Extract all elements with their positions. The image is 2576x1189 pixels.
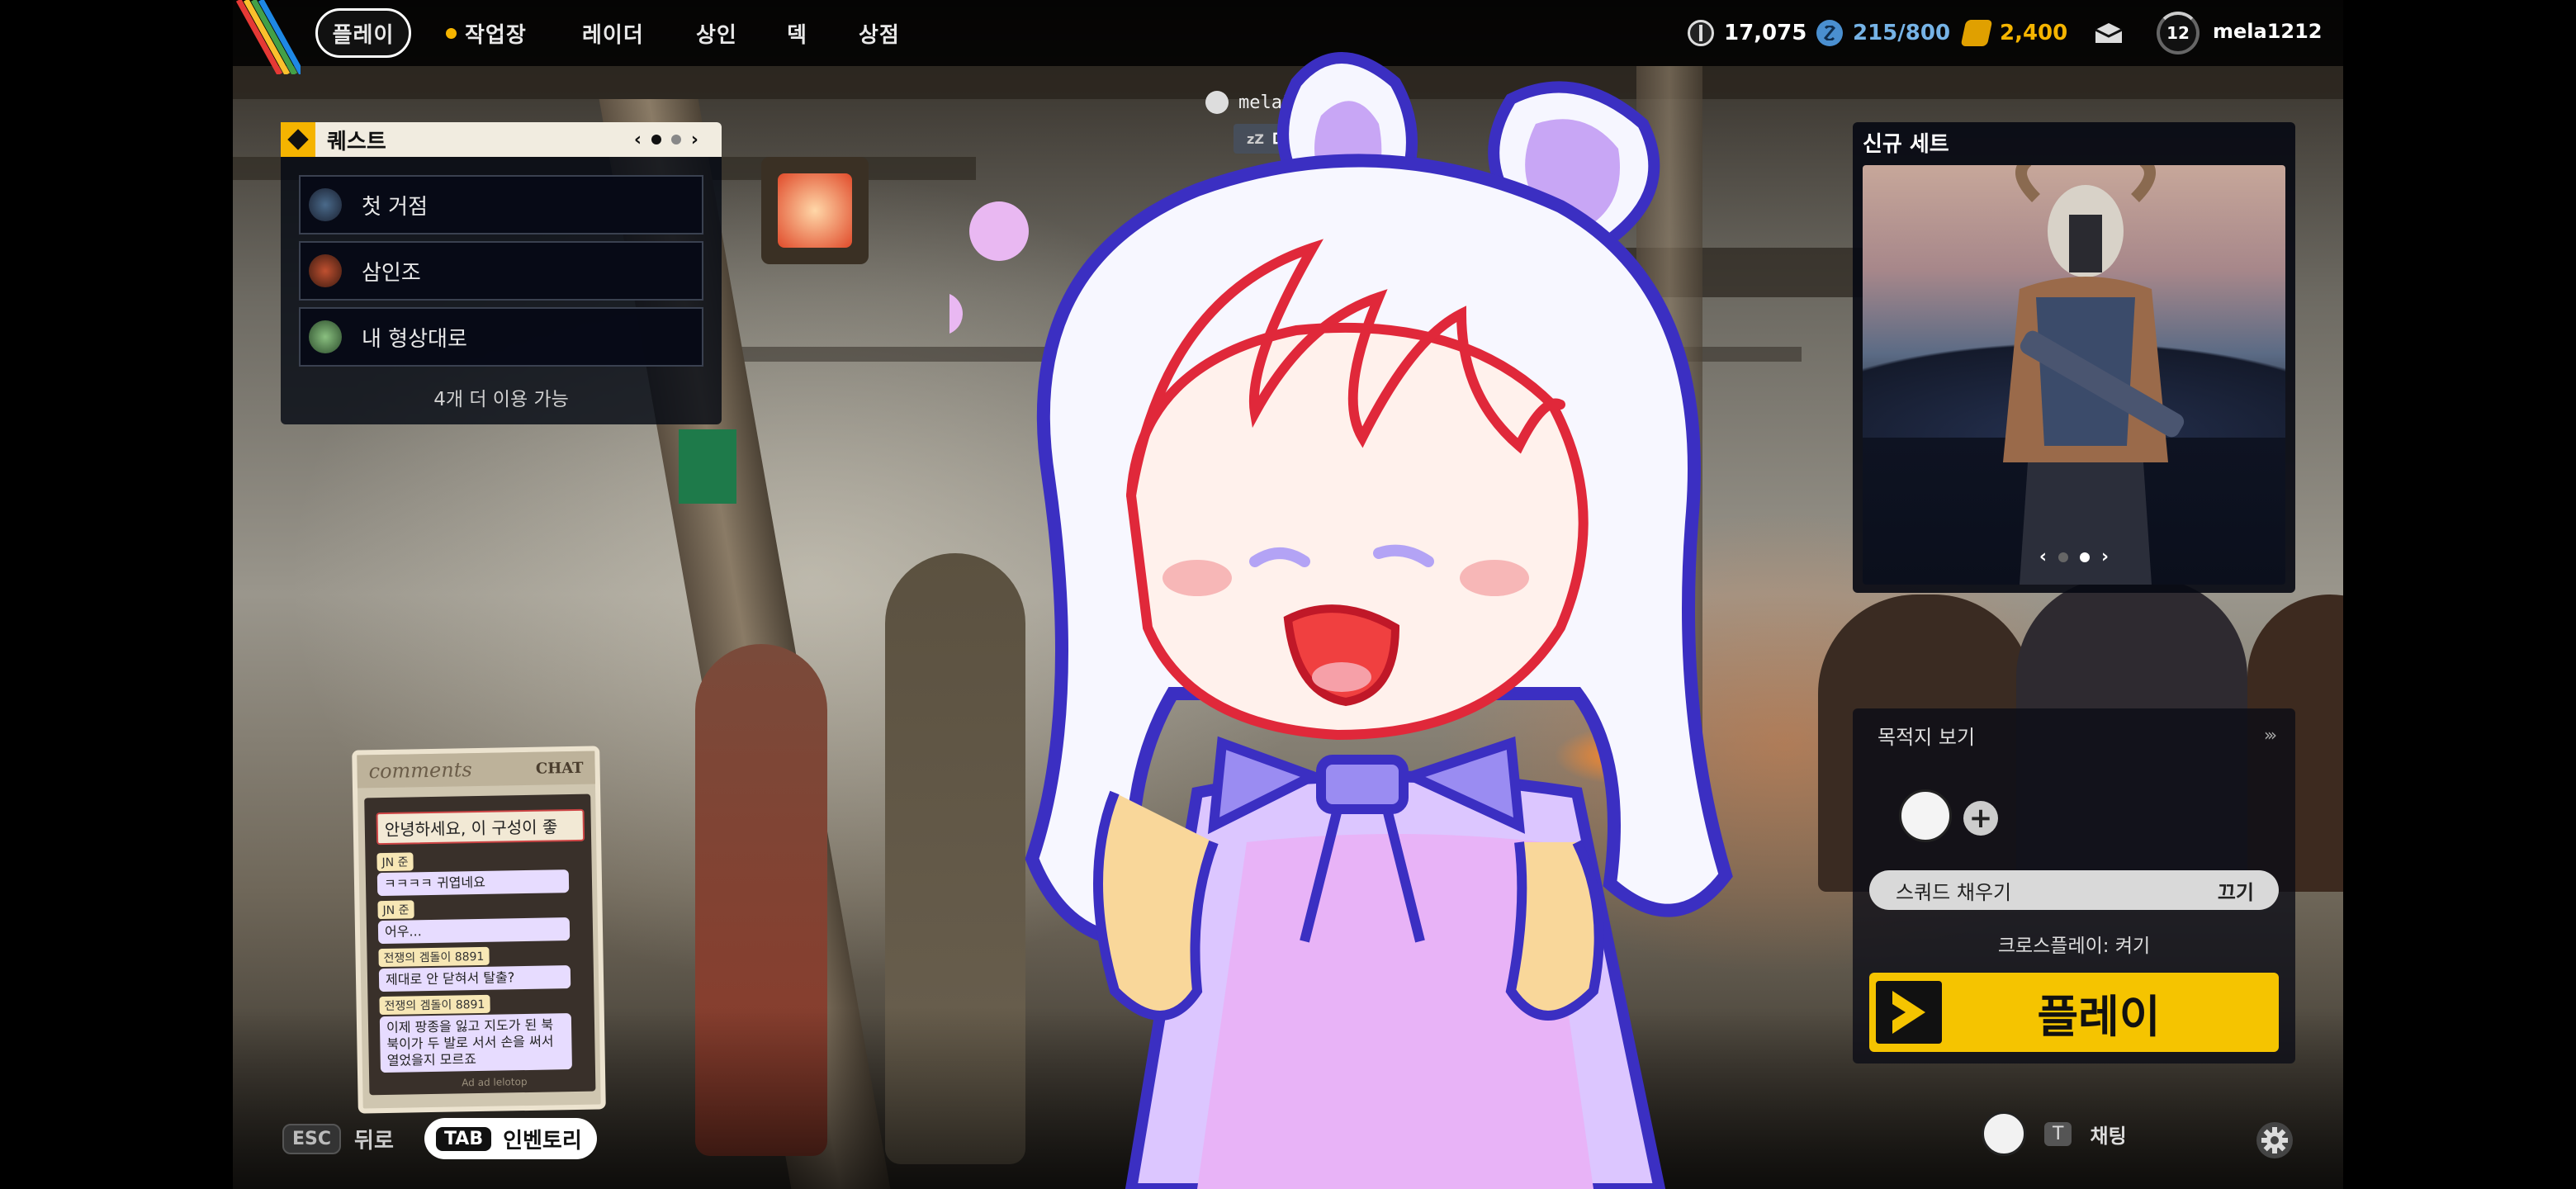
chat-banner: 안녕하세요, 이 구성이 좋: [376, 808, 585, 846]
credits-icon: [1688, 20, 1714, 46]
credits-value: 17,075: [1724, 21, 1807, 45]
quest-item[interactable]: 내 형상대로: [299, 307, 703, 367]
view-destination-button[interactable]: 목적지 보기 ›››: [1853, 708, 2295, 761]
fill-squad-value: 끄기: [2217, 880, 2254, 904]
quest-item-label: 내 형상대로: [362, 326, 467, 352]
nav-tab-label: 상인: [696, 22, 737, 48]
silver-counter[interactable]: 215/800: [1816, 12, 1950, 54]
nav-tab-label: 레이더: [582, 22, 644, 48]
play-button[interactable]: 플레이: [1869, 973, 2279, 1052]
level-value: 12: [2166, 23, 2190, 43]
new-set-page-dot[interactable]: [2058, 552, 2068, 562]
chat-message: 전쟁의 겜돌이 8891 제대로 안 닫혀서 탈출?: [378, 945, 587, 992]
new-set-preview-image[interactable]: [1863, 165, 2285, 585]
chat-author: JN 준: [376, 852, 414, 872]
inventory-label: 인벤토리: [503, 1128, 582, 1153]
quest-page-dot[interactable]: [651, 135, 661, 144]
quest-diamond-icon: [281, 122, 315, 157]
quest-item-label: 삼인조: [362, 260, 421, 286]
quest-header: 퀘스트 ‹ ›: [281, 122, 722, 157]
streamer-avatar: [949, 52, 1733, 1189]
notification-dot-icon: [446, 27, 457, 39]
chat-overlay-footer: Ad ad lelotop: [462, 1076, 528, 1089]
stream-chat-overlay: comments CHAT 안녕하세요, 이 구성이 좋 JN 준 ㅋㅋㅋㅋ 귀…: [352, 746, 606, 1114]
level-ring-icon[interactable]: 12: [2157, 12, 2200, 54]
chat-author: JN 준: [377, 900, 414, 920]
profile-username[interactable]: mela1212: [2213, 20, 2323, 43]
gold-value: 2,400: [2000, 21, 2068, 45]
new-set-panel[interactable]: 신규 세트 ‹ ›: [1853, 122, 2295, 593]
t-key: T: [2044, 1121, 2072, 1146]
nav-tab-play[interactable]: 플레이: [315, 8, 411, 58]
fill-squad-label: 스쿼드 채우기: [1896, 880, 2012, 904]
quest-giver-avatar: [309, 254, 342, 287]
tab-key: TAB: [436, 1126, 492, 1151]
quest-next-button[interactable]: ›: [691, 130, 698, 150]
outfit-figure: [2003, 165, 2185, 585]
add-icon[interactable]: +: [1963, 801, 1998, 836]
credits-counter[interactable]: 17,075: [1688, 12, 1807, 54]
quest-item[interactable]: 첫 거점: [299, 175, 703, 234]
mail-icon[interactable]: [2094, 21, 2124, 45]
quest-item-label: 첫 거점: [362, 194, 429, 220]
nav-tab-workshop[interactable]: 작업장: [446, 8, 527, 58]
chat-overlay-body: 안녕하세요, 이 구성이 좋 JN 준 ㅋㅋㅋㅋ 귀엽네요 JN 준 어우...…: [364, 793, 596, 1096]
new-set-next-button[interactable]: ›: [2101, 547, 2109, 567]
chat-text: 어우...: [377, 917, 571, 945]
back-label: 뒤로: [354, 1128, 394, 1153]
inventory-hint-button[interactable]: TAB 인벤토리: [424, 1118, 597, 1159]
quest-giver-avatar: [309, 188, 342, 221]
chat-label: 채팅: [2090, 1124, 2127, 1148]
chat-overlay-header: comments CHAT: [357, 751, 595, 789]
nav-tab-shop[interactable]: 상점: [859, 8, 900, 58]
chat-message: JN 준 어우...: [377, 898, 586, 945]
new-set-pager: ‹ ›: [1853, 547, 2295, 567]
nav-tab-label: 상점: [859, 22, 900, 48]
nav-tab-label: 작업장: [465, 22, 527, 48]
nav-tab-raider[interactable]: 레이더: [582, 8, 644, 58]
quest-prev-button[interactable]: ‹: [634, 130, 642, 150]
quest-page-dot[interactable]: [670, 135, 681, 144]
fill-squad-toggle[interactable]: 스쿼드 채우기 끄기: [1869, 870, 2279, 910]
chat-author: 전쟁의 겜돌이 8891: [378, 946, 490, 968]
quest-item[interactable]: 삼인조: [299, 241, 703, 301]
view-destination-label: 목적지 보기: [1878, 725, 1976, 749]
silver-icon: [1816, 20, 1843, 46]
new-set-prev-button[interactable]: ‹: [2039, 547, 2047, 567]
gold-counter[interactable]: 2,400: [1960, 12, 2068, 54]
esc-key: ESC: [282, 1123, 342, 1154]
play-chevron-icon: [1876, 981, 1942, 1044]
chat-text: ㅋㅋㅋㅋ 귀엽네요: [376, 869, 570, 897]
quest-title: 퀘스트: [327, 129, 386, 154]
quest-pager: ‹ ›: [634, 122, 698, 157]
quest-giver-avatar: [309, 320, 342, 353]
gold-icon: [1960, 20, 1993, 46]
chat-text: 이제 팡종을 잃고 지도가 된 북북이가 두 발로 서서 손을 써서 열었을지 …: [379, 1013, 572, 1073]
chat-overlay-title: comments: [368, 758, 472, 784]
silver-value: 215/800: [1853, 21, 1951, 45]
chat-author: 전쟁의 겜돌이 8891: [379, 994, 490, 1016]
chat-overlay-tag: CHAT: [535, 759, 584, 778]
nav-tab-deck[interactable]: 덱: [787, 8, 807, 58]
triple-arrow-icon: ›››: [2264, 725, 2277, 745]
play-button-label: 플레이: [2037, 990, 2161, 1043]
nav-tab-label: 플레이: [332, 22, 395, 48]
brand-stripes-icon: [235, 0, 301, 74]
quest-more-available[interactable]: 4개 더 이용 가능: [281, 383, 722, 411]
chat-hint-button[interactable]: T 채팅: [1982, 1111, 2127, 1156]
new-set-title: 신규 세트: [1863, 132, 1949, 157]
back-hint-button[interactable]: ESC 뒤로: [282, 1118, 394, 1159]
chat-avatar: [1982, 1111, 2026, 1156]
squad-member-avatar[interactable]: [1899, 789, 1952, 842]
lobby-panel: 목적지 보기 ››› + 스쿼드 채우기 끄기 크로스플레이: 켜기 플레이: [1853, 708, 2295, 1063]
quest-panel: 퀘스트 ‹ › 첫 거점 삼인조 내 형상대로 4개 더 이용 가능: [281, 122, 722, 424]
crossplay-status[interactable]: 크로스플레이: 켜기: [1853, 930, 2295, 958]
nav-tab-trader[interactable]: 상인: [696, 8, 737, 58]
chat-message: 전쟁의 겜돌이 8891 이제 팡종을 잃고 지도가 된 북북이가 두 발로 서…: [379, 993, 589, 1073]
nav-tab-label: 덱: [787, 22, 807, 48]
settings-gear-icon[interactable]: [2254, 1120, 2295, 1161]
chat-message: JN 준 ㅋㅋㅋㅋ 귀엽네요: [376, 850, 585, 897]
new-set-page-dot[interactable]: [2080, 552, 2090, 562]
chat-text: 제대로 안 닫혀서 탈출?: [378, 965, 571, 992]
